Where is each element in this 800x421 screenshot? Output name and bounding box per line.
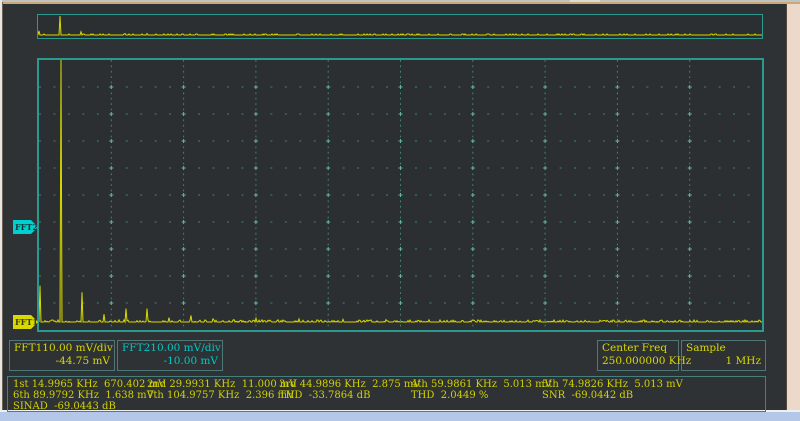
- center-freq-label: Center Freq: [602, 342, 667, 355]
- fft-graph: [37, 58, 764, 332]
- measurement-cell: THD 2.0449 %: [411, 390, 488, 401]
- measurements-panel: 1st 14.9965 KHz 670.402 mV 2nd 29.9931 K…: [7, 376, 766, 412]
- window-frame-left-shadow: [2, 2, 3, 421]
- measurement-row: 1st 14.9965 KHz 670.402 mV 2nd 29.9931 K…: [8, 379, 765, 390]
- measurement-cell: THD -33.7864 dB: [279, 390, 370, 401]
- window-frame-bottom: [0, 412, 800, 421]
- measurement-cell: SNR -69.0442 dB: [542, 390, 633, 401]
- fft1-position-marker[interactable]: FFT1: [13, 315, 38, 329]
- fft2-marker-label: FFT2: [15, 222, 38, 232]
- fft1-label: FFT1: [14, 342, 42, 355]
- fft2-settings-box[interactable]: FFT2 10.00 mV/div -10.00 mV: [117, 340, 223, 371]
- measurement-cell: 3rd 44.9896 KHz 2.875 mV: [279, 379, 421, 390]
- window-frame-accent: [0, 2, 800, 4]
- measurement-cell: 5th 74.9826 KHz 5.013 mV: [542, 379, 683, 390]
- fft2-offset: -10.00 mV: [122, 355, 218, 368]
- fft2-position-marker[interactable]: FFT2: [13, 220, 38, 234]
- measurement-cell: 6th 89.9792 KHz 1.638 mV: [13, 390, 154, 401]
- measurement-row: 6th 89.9792 KHz 1.638 mV 7th 104.9757 KH…: [8, 390, 765, 401]
- fft1-settings-box[interactable]: FFT1 10.00 mV/div -44.75 mV: [9, 340, 115, 371]
- fft-trace-plot: [39, 60, 762, 330]
- window-frame-right: [787, 4, 800, 412]
- sample-rate-box[interactable]: Sample 1 MHz: [681, 340, 766, 371]
- center-freq-value: 250.000000 KHz: [602, 355, 674, 368]
- fft1-marker-label: FFT1: [15, 317, 38, 327]
- spectrum-overview-strip: [37, 14, 763, 39]
- measurement-row: SINAD -69.0443 dB: [8, 401, 765, 412]
- fft2-label: FFT2: [122, 342, 150, 355]
- oscilloscope-screen: FFT2 FFT1 FFT1 10.00 mV/div -44.75 mV FF…: [0, 0, 800, 421]
- fft1-scale: 10.00 mV/div: [42, 342, 113, 355]
- measurement-cell: SINAD -69.0443 dB: [13, 401, 116, 412]
- measurement-cell: 7th 104.9757 KHz 2.396 mV: [147, 390, 294, 401]
- center-freq-box[interactable]: Center Freq 250.000000 KHz: [597, 340, 679, 371]
- measurement-cell: 2nd 29.9931 KHz 11.000 mV: [147, 379, 297, 390]
- sample-value: 1 MHz: [686, 355, 761, 368]
- sample-label: Sample: [686, 342, 726, 355]
- fft2-scale: 10.00 mV/div: [150, 342, 221, 355]
- measurement-cell: 1st 14.9965 KHz 670.402 mV: [13, 379, 165, 390]
- measurement-cell: 4th 59.9861 KHz 5.013 mV: [411, 379, 552, 390]
- overview-trace: [38, 15, 762, 38]
- fft1-offset: -44.75 mV: [14, 355, 110, 368]
